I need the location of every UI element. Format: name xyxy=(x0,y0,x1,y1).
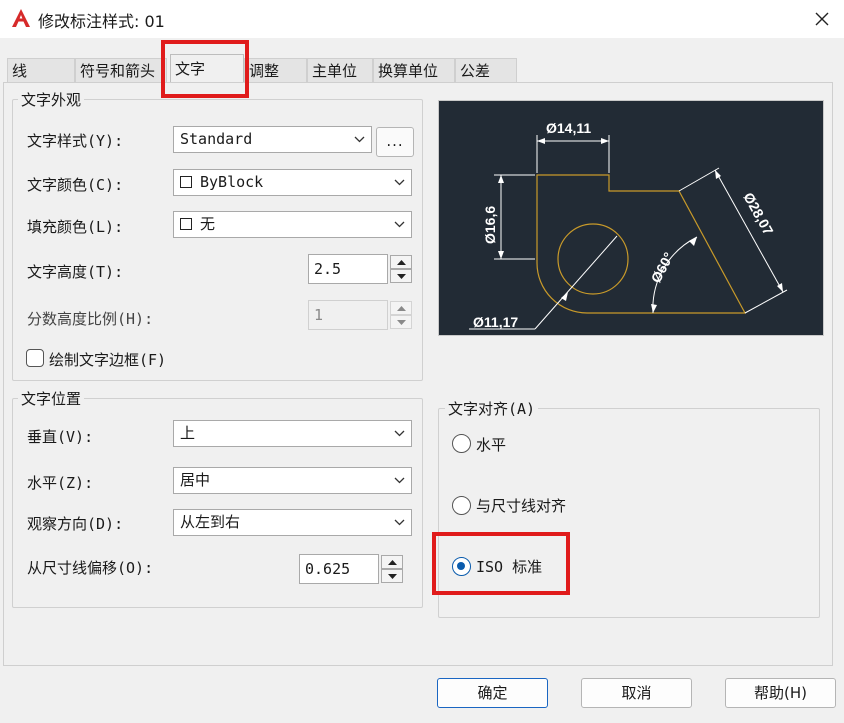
tab-symbols-arrows[interactable]: 符号和箭头 xyxy=(75,58,167,82)
part-outline xyxy=(536,174,747,314)
highlight-box-iso-option xyxy=(432,532,570,595)
close-button[interactable] xyxy=(800,0,844,38)
align-horizontal-radio[interactable] xyxy=(452,434,471,453)
text-height-spinner[interactable] xyxy=(390,255,412,285)
align-with-dimline-label: 与尺寸线对齐 xyxy=(476,497,567,515)
text-color-label: 文字颜色(C): xyxy=(27,176,124,194)
horizontal-label: 水平(Z): xyxy=(27,474,94,492)
vertical-value: 上 xyxy=(180,424,196,442)
fraction-height-input[interactable]: 1 xyxy=(308,300,388,330)
tab-lines[interactable]: 线 xyxy=(7,58,75,82)
spin-up-button[interactable] xyxy=(390,301,412,315)
offset-spinner[interactable] xyxy=(381,555,403,585)
tab-primary-units[interactable]: 主单位 xyxy=(307,58,373,82)
preview-pane: Ø14,11 Ø16,6 Ø28,07 Ø60° Ø11,17 xyxy=(438,100,824,336)
spin-up-button[interactable] xyxy=(381,555,403,569)
tab-tolerances[interactable]: 公差 xyxy=(455,58,517,82)
tab-fit[interactable]: 调整 xyxy=(244,58,307,82)
caret-down-icon xyxy=(396,319,406,325)
align-horizontal-label: 水平 xyxy=(476,436,507,454)
color-swatch-icon xyxy=(180,176,192,188)
offset-input[interactable]: 0.625 xyxy=(299,554,379,584)
chevron-down-icon xyxy=(394,221,405,228)
view-direction-label: 观察方向(D): xyxy=(27,515,124,533)
text-style-select[interactable]: Standard xyxy=(173,126,372,153)
highlight-box-text-tab xyxy=(161,40,249,98)
text-style-browse-button[interactable]: ... xyxy=(376,127,414,157)
chevron-down-icon xyxy=(394,477,405,484)
text-color-value: ByBlock xyxy=(200,173,264,191)
caret-up-icon xyxy=(396,259,406,265)
chevron-down-icon xyxy=(394,179,405,186)
dim-angle-text: Ø60° xyxy=(648,250,677,286)
dim-left-text: Ø16,6 xyxy=(482,206,498,244)
help-button[interactable]: 帮助(H) xyxy=(725,678,836,708)
caret-up-icon xyxy=(396,305,406,311)
close-icon xyxy=(815,12,829,26)
text-appearance-group-label: 文字外观 xyxy=(18,89,85,110)
caret-up-icon xyxy=(387,559,397,565)
text-placement-group-label: 文字位置 xyxy=(18,388,85,409)
fill-color-value: 无 xyxy=(200,215,216,233)
window-title: 修改标注样式: 01 xyxy=(38,12,165,31)
view-direction-value: 从左到右 xyxy=(180,513,241,531)
text-height-input[interactable]: 2.5 xyxy=(308,254,388,284)
cancel-button[interactable]: 取消 xyxy=(581,678,692,708)
chevron-down-icon xyxy=(394,519,405,526)
dimension-arrows xyxy=(498,138,783,313)
autocad-app-icon xyxy=(12,9,30,27)
draw-frame-checkbox[interactable] xyxy=(26,349,44,367)
ok-button[interactable]: 确定 xyxy=(437,678,548,708)
dim-top-text: Ø14,11 xyxy=(546,120,591,136)
horizontal-value: 居中 xyxy=(180,471,211,489)
fraction-height-label: 分数高度比例(H): xyxy=(27,310,154,328)
chevron-down-icon xyxy=(354,136,365,143)
color-swatch-icon xyxy=(180,218,192,230)
offset-label: 从尺寸线偏移(O): xyxy=(27,559,154,577)
horizontal-select[interactable]: 居中 xyxy=(173,467,412,494)
dim-right-text: Ø28,07 xyxy=(740,190,776,238)
spin-up-button[interactable] xyxy=(390,255,412,269)
text-style-label: 文字样式(Y): xyxy=(27,132,124,150)
vertical-select[interactable]: 上 xyxy=(173,420,412,447)
fill-color-select[interactable]: 无 xyxy=(173,211,412,238)
spin-down-button[interactable] xyxy=(390,315,412,329)
text-height-label: 文字高度(T): xyxy=(27,263,124,281)
text-style-value: Standard xyxy=(180,130,253,148)
spin-down-button[interactable] xyxy=(390,269,412,283)
spin-down-button[interactable] xyxy=(381,569,403,583)
vertical-label: 垂直(V): xyxy=(27,428,94,446)
dimension-labels: Ø14,11 Ø16,6 Ø28,07 Ø60° Ø11,17 xyxy=(473,120,777,330)
caret-down-icon xyxy=(387,573,397,579)
text-color-select[interactable]: ByBlock xyxy=(173,169,412,196)
text-alignment-group-label: 文字对齐(A) xyxy=(445,398,539,419)
view-direction-select[interactable]: 从左到右 xyxy=(173,509,412,536)
align-with-dimline-radio[interactable] xyxy=(452,496,471,515)
chevron-down-icon xyxy=(394,430,405,437)
tab-alternate-units[interactable]: 换算单位 xyxy=(373,58,455,82)
dimension-lines xyxy=(469,135,788,330)
dim-bottom-text: Ø11,17 xyxy=(473,314,518,330)
draw-frame-label: 绘制文字边框(F) xyxy=(49,351,167,369)
caret-down-icon xyxy=(396,273,406,279)
dimension-preview-drawing: Ø14,11 Ø16,6 Ø28,07 Ø60° Ø11,17 xyxy=(469,120,788,330)
fraction-height-spinner[interactable] xyxy=(390,301,412,331)
fill-color-label: 填充颜色(L): xyxy=(27,218,124,236)
